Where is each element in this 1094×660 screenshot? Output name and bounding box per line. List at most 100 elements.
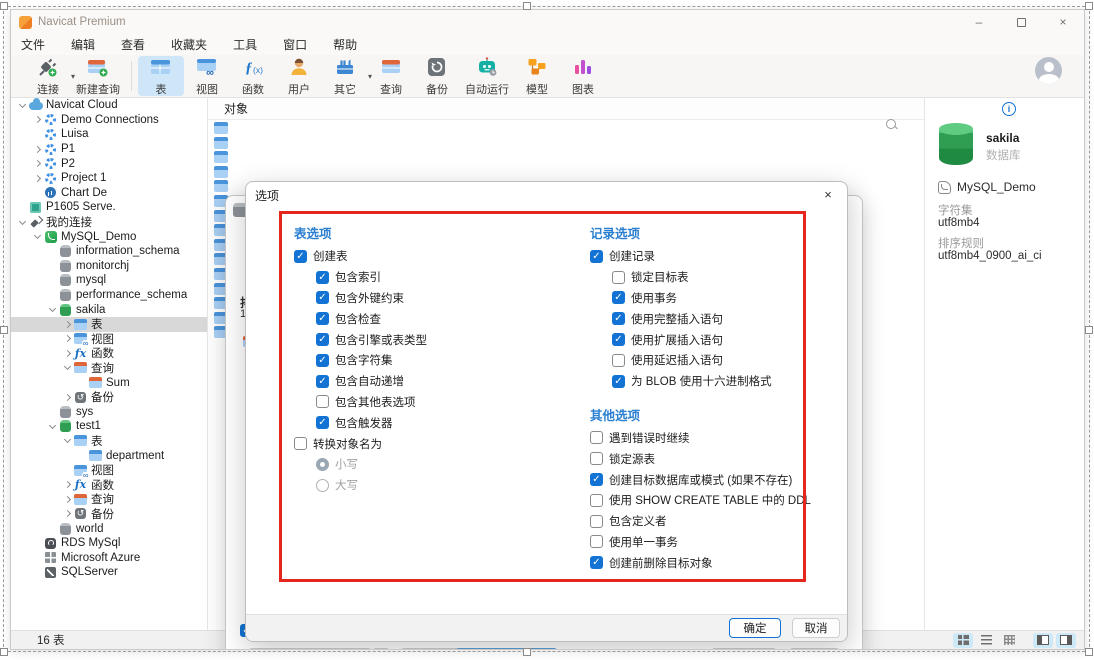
sidebar-item-备份[interactable]: 备份 [11,390,207,405]
sidebar-item-P1[interactable]: P1 [11,142,207,157]
toolbar-item-backup[interactable]: 备份 [414,56,460,96]
toolbar-item-new-query[interactable]: 新建查询 [71,56,125,96]
user-avatar[interactable] [1035,57,1062,84]
chevron-right-icon[interactable] [62,497,73,502]
checkbox-unchecked[interactable] [590,431,603,444]
close-button[interactable]: × [1042,10,1084,34]
wizard-button-保存配置文件[interactable]: 保存配置文件 [248,648,372,650]
sidebar-item-SQLServer[interactable]: SQLServer [11,565,207,580]
chevron-down-icon[interactable] [47,308,58,311]
checkbox-unchecked[interactable] [294,437,307,450]
menu-item-查看[interactable]: 查看 [121,36,145,53]
toolbar-item-model[interactable]: 模型 [514,56,560,96]
sidebar-item-sys[interactable]: sys [11,404,207,419]
sidebar-item-函数[interactable]: 函数 [11,477,207,492]
capture-handle[interactable] [1085,2,1093,10]
checkbox-unchecked[interactable] [590,535,603,548]
maximize-button[interactable] [1000,10,1042,34]
capture-handle[interactable] [0,2,8,10]
checkbox-unchecked[interactable] [612,354,625,367]
sidebar-item-P1605 Serve.[interactable]: P1605 Serve. [11,200,207,215]
menu-item-工具[interactable]: 工具 [233,36,257,53]
sidebar-item-information_schema[interactable]: information_schema [11,244,207,259]
radio-unselected[interactable] [316,479,329,492]
chevron-down-icon[interactable] [62,366,73,369]
checkbox-unchecked[interactable] [590,515,603,528]
wizard-button-开始[interactable]: 开始 [789,648,840,650]
chevron-down-icon[interactable] [47,425,58,428]
sidebar-item-MySQL_Demo[interactable]: MySQL_Demo [11,229,207,244]
chevron-right-icon[interactable] [62,511,73,516]
grid-view-icon[interactable] [953,633,973,648]
list-view-icon[interactable] [976,633,996,648]
chevron-right-icon[interactable] [32,161,43,166]
toolbar-item-automation[interactable]: 自动运行 [460,56,514,96]
sidebar-item-Chart De[interactable]: Chart De [11,186,207,201]
checkbox-checked[interactable] [612,312,625,325]
wizard-button-上一步[interactable]: 上一步 [711,648,777,650]
sidebar-item-表[interactable]: 表 [11,434,207,449]
toolbar-item-query[interactable]: 查询 [368,56,414,96]
toggle-left-panel-icon[interactable] [1033,633,1053,648]
checkbox-checked[interactable] [316,291,329,304]
checkbox-checked[interactable] [316,354,329,367]
checkbox-checked[interactable] [316,312,329,325]
sidebar-item-P2[interactable]: P2 [11,156,207,171]
chevron-right-icon[interactable] [32,147,43,152]
sidebar-item-我的连接[interactable]: 我的连接 [11,215,207,230]
chevron-right-icon[interactable] [62,482,73,487]
sidebar-item-Navicat Cloud[interactable]: Navicat Cloud [11,98,207,113]
cancel-button[interactable]: 取消 [792,618,840,638]
chevron-down-icon[interactable] [62,439,73,442]
menu-item-收藏夹[interactable]: 收藏夹 [171,36,207,53]
ok-button[interactable]: 确定 [729,618,781,638]
detail-view-icon[interactable] [999,633,1019,648]
sidebar-item-Sum[interactable]: Sum [11,375,207,390]
sidebar-item-sakila[interactable]: sakila [11,302,207,317]
sidebar-item-test1[interactable]: test1 [11,419,207,434]
checkbox-checked[interactable] [612,333,625,346]
sidebar-item-视图[interactable]: 视图 [11,463,207,478]
sidebar-item-performance_schema[interactable]: performance_schema [11,288,207,303]
checkbox-checked[interactable] [590,250,603,263]
toolbar-item-others[interactable]: 其它▾ [322,56,368,96]
toolbar-item-function[interactable]: ƒ(x)函数 [230,56,276,96]
chevron-right-icon[interactable] [62,351,73,356]
chevron-right-icon[interactable] [32,176,43,181]
sidebar-item-world[interactable]: world [11,521,207,536]
sidebar-item-Project 1[interactable]: Project 1 [11,171,207,186]
sidebar-item-表[interactable]: 表 [11,317,207,332]
chevron-down-icon[interactable] [17,221,28,224]
wizard-button-选项[interactable]: 选项 [455,648,558,650]
checkbox-unchecked[interactable] [590,494,603,507]
menu-item-窗口[interactable]: 窗口 [283,36,307,53]
capture-handle[interactable] [1085,326,1093,334]
toolbar-item-view[interactable]: ∞视图 [184,56,230,96]
menu-item-文件[interactable]: 文件 [21,36,45,53]
minimize-button[interactable]: – [958,10,1000,34]
info-icon[interactable]: i [1002,102,1016,116]
checkbox-checked[interactable] [294,250,307,263]
chevron-right-icon[interactable] [62,336,73,341]
sidebar-item-Luisa[interactable]: Luisa [11,127,207,142]
checkbox-checked[interactable] [590,556,603,569]
checkbox-checked[interactable] [316,271,329,284]
chevron-down-icon[interactable] [17,104,28,107]
profile-dropdown-button[interactable]: ▾ [372,648,390,650]
checkbox-unchecked[interactable] [590,452,603,465]
toolbar-item-table[interactable]: 表 [138,56,184,96]
sidebar-item-查询[interactable]: 查询 [11,361,207,376]
checkbox-checked[interactable] [316,416,329,429]
sidebar-item-视图[interactable]: 视图 [11,332,207,347]
sidebar-item-Demo Connections[interactable]: Demo Connections [11,113,207,128]
sidebar-item-monitorchj[interactable]: monitorchj [11,259,207,274]
menu-item-帮助[interactable]: 帮助 [333,36,357,53]
sidebar-item-mysql[interactable]: mysql [11,273,207,288]
tab-objects[interactable]: 对象 [224,100,248,117]
capture-handle[interactable] [0,326,8,334]
sidebar-item-函数[interactable]: 函数 [11,346,207,361]
toolbar-item-user[interactable]: 用户 [276,56,322,96]
capture-handle[interactable] [0,648,8,656]
capture-handle[interactable] [523,648,531,656]
chevron-right-icon[interactable] [32,117,43,122]
